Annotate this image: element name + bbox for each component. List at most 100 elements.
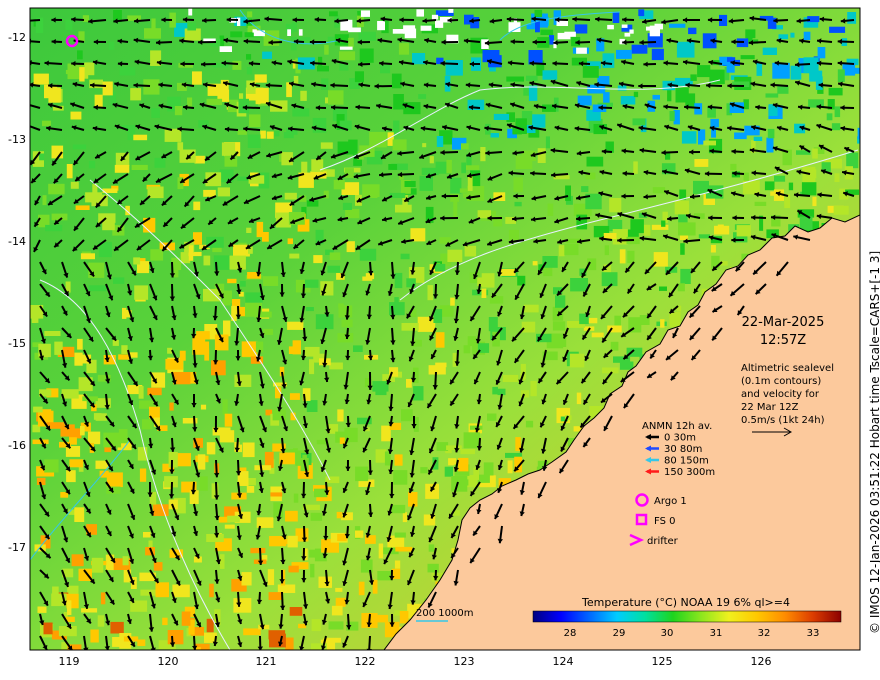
temperature-pixel	[292, 108, 310, 117]
temperature-pixel	[45, 224, 63, 232]
temperature-pixel	[246, 54, 252, 60]
temperature-pixel	[43, 622, 53, 635]
temperature-pixel	[321, 78, 329, 90]
temperature-pixel	[547, 203, 554, 216]
temperature-pixel	[42, 195, 47, 206]
temperature-pixel	[290, 36, 297, 51]
temperature-pixel	[633, 161, 638, 174]
temperature-pixel	[477, 210, 491, 219]
temperature-pixel	[446, 445, 462, 450]
temperature-pixel	[188, 245, 194, 261]
temperature-pixel	[143, 79, 160, 95]
cloud-gap	[557, 32, 571, 40]
temperature-pixel	[200, 404, 207, 410]
temperature-pixel	[401, 323, 419, 331]
temperature-pixel	[740, 55, 755, 60]
temperature-pixel	[32, 308, 39, 323]
temperature-pixel	[756, 62, 763, 76]
temperature-pixel	[480, 147, 486, 162]
cloud-gap	[624, 32, 631, 37]
temperature-pixel	[651, 48, 664, 61]
temperature-pixel	[565, 185, 571, 201]
temperature-pixel	[552, 321, 566, 331]
temperature-pixel	[221, 142, 236, 156]
temperature-pixel	[65, 69, 82, 75]
temperature-pixel	[54, 341, 63, 355]
temperature-pixel	[680, 243, 685, 255]
temperature-pixel	[58, 626, 77, 637]
temperature-pixel	[420, 467, 428, 474]
temperature-pixel	[616, 49, 632, 59]
temperature-pixel	[577, 95, 592, 106]
temperature-pixel	[70, 111, 82, 120]
temperature-pixel	[617, 85, 627, 91]
temperature-pixel	[169, 402, 174, 411]
temperature-pixel	[289, 393, 300, 400]
temperature-pixel	[300, 90, 307, 101]
temperature-pixel	[721, 261, 728, 266]
cloud-gap	[420, 25, 432, 31]
temperature-pixel	[246, 227, 252, 233]
argo-label: Argo 1	[654, 496, 687, 507]
temperature-pixel	[260, 130, 266, 139]
colorbar-tick: 30	[661, 628, 674, 639]
temperature-pixel	[66, 164, 73, 179]
temperature-pixel	[304, 346, 320, 357]
temperature-pixel	[154, 157, 166, 168]
temperature-pixel	[612, 11, 620, 23]
temperature-pixel	[293, 493, 299, 503]
temperature-pixel	[140, 589, 157, 596]
temperature-pixel	[66, 470, 76, 483]
temperature-pixel	[778, 34, 789, 40]
temperature-pixel	[532, 114, 546, 128]
temperature-pixel	[399, 611, 409, 624]
temperature-pixel	[311, 619, 322, 632]
temperature-pixel	[833, 205, 849, 215]
temperature-pixel	[337, 409, 344, 422]
temperature-pixel	[676, 41, 695, 58]
temperature-pixel	[75, 205, 90, 210]
colorbar-tick: 32	[758, 628, 771, 639]
temperature-pixel	[289, 253, 300, 259]
temperature-pixel	[698, 234, 711, 239]
cloud-gap	[392, 29, 405, 34]
cloud-gap	[298, 29, 303, 36]
temperature-pixel	[620, 96, 636, 105]
temperature-pixel	[406, 278, 416, 288]
temperature-pixel	[142, 419, 153, 430]
temperature-pixel	[153, 562, 163, 571]
temperature-pixel	[493, 113, 510, 120]
temperature-pixel	[67, 600, 72, 615]
svg-text:150 300m: 150 300m	[664, 467, 715, 478]
temperature-pixel	[393, 94, 404, 110]
lon-tick: 121	[256, 655, 277, 668]
temperature-pixel	[463, 432, 480, 449]
description-line: and velocity for	[741, 389, 820, 400]
temperature-pixel	[77, 338, 83, 350]
lat-tick: -13	[8, 133, 26, 146]
temperature-pixel	[133, 257, 141, 265]
temperature-pixel	[829, 26, 846, 33]
longitude-axis: 119 120 121 122 123 124 125 126	[59, 655, 772, 668]
temperature-pixel	[70, 181, 79, 189]
temperature-pixel	[388, 164, 398, 170]
temperature-pixel	[172, 584, 190, 598]
cloud-gap	[287, 29, 291, 36]
temperature-pixel	[254, 74, 267, 83]
temperature-pixel	[247, 134, 261, 148]
temperature-pixel	[743, 172, 749, 181]
temperature-pixel	[196, 331, 210, 340]
temperature-pixel	[310, 563, 315, 578]
temperature-pixel	[394, 454, 403, 466]
temperature-pixel	[87, 431, 101, 445]
temperature-pixel	[310, 512, 323, 521]
cloud-gap	[654, 23, 663, 30]
lat-tick: -14	[8, 235, 26, 248]
temperature-pixel	[203, 288, 221, 302]
temperature-pixel	[222, 294, 231, 306]
temperature-pixel	[427, 285, 433, 301]
temperature-pixel	[467, 336, 477, 347]
lon-tick: 123	[454, 655, 475, 668]
temperature-pixel	[121, 345, 128, 354]
temperature-pixel	[284, 192, 297, 200]
